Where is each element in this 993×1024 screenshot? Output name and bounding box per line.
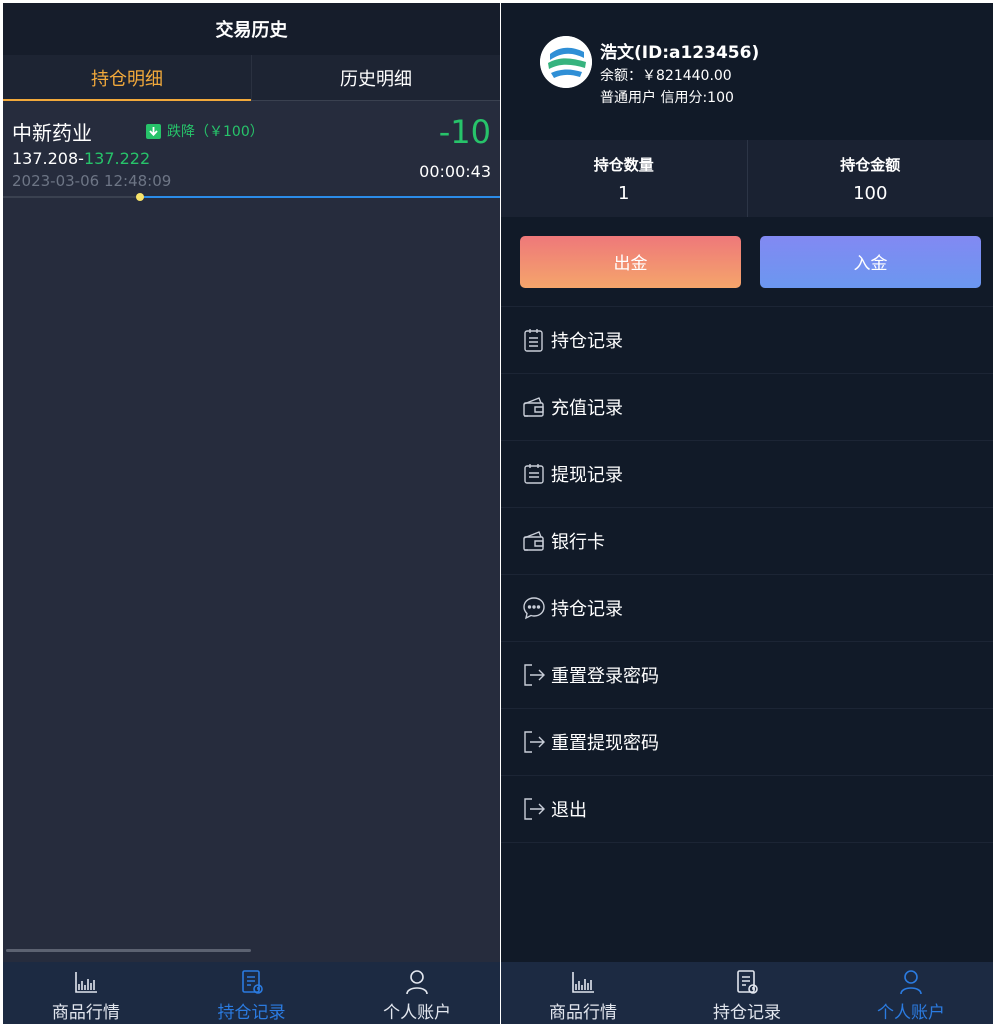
- tabbar-label: 个人账户: [383, 1003, 452, 1023]
- tabbar-label: 持仓记录: [713, 1003, 781, 1023]
- direction-badge: 跌降 （￥100）: [146, 121, 264, 141]
- record-icon: [241, 970, 263, 994]
- stat-value: 100: [853, 182, 888, 204]
- wallet-icon: [523, 397, 544, 417]
- stat-position-count: 持仓数量 1: [501, 140, 747, 217]
- tabbar-item-records[interactable]: 持仓记录: [169, 962, 335, 1024]
- tabbar-item-market[interactable]: 商品行情: [3, 962, 169, 1024]
- account-screen: 浩文(ID:a123456) 余额：￥821440.00 普通用户 信用分:10…: [501, 3, 993, 1024]
- logout-icon: [524, 798, 545, 820]
- position-name: 中新药业: [12, 121, 92, 145]
- chat-icon: [523, 597, 545, 620]
- profile-header: 浩文(ID:a123456) 余额：￥821440.00 普通用户 信用分:10…: [501, 3, 993, 140]
- position-amount: （￥100）: [195, 124, 264, 140]
- countdown-timer: 00:00:43: [419, 162, 491, 181]
- progress-bar: [140, 196, 500, 198]
- calendar-icon: [524, 464, 544, 484]
- menu-item-position-records[interactable]: 持仓记录: [501, 307, 993, 374]
- logout-icon: [524, 664, 545, 686]
- user-balance: 余额：￥821440.00: [600, 68, 732, 84]
- chart-icon: [572, 972, 594, 993]
- record-icon: [737, 970, 758, 994]
- tabbar-label: 商品行情: [51, 1003, 120, 1023]
- bottom-tab-bar: 商品行情 持仓记录 个人账户: [501, 962, 993, 1024]
- user-icon: [406, 970, 428, 995]
- menu-item-position-records-2[interactable]: 持仓记录: [501, 575, 993, 642]
- menu-item-withdraw-records[interactable]: 提现记录: [501, 441, 993, 508]
- trade-history-screen: 交易历史 持仓明细 历史明细 中新药业 跌降 （￥100） -10 137.20…: [3, 3, 500, 1024]
- current-price: 137.222: [83, 149, 151, 168]
- menu-label: 退出: [551, 800, 587, 821]
- tabbar-item-account[interactable]: 个人账户: [829, 962, 993, 1024]
- avatar: [540, 36, 592, 88]
- tabbar-item-market[interactable]: 商品行情: [501, 962, 665, 1024]
- direction-label: 跌降: [167, 124, 195, 140]
- user-icon: [900, 970, 922, 995]
- menu-item-reset-login-password[interactable]: 重置登录密码: [501, 642, 993, 709]
- open-price: 137.208: [12, 149, 79, 168]
- menu-label: 提现记录: [551, 465, 623, 486]
- tabbar-item-account[interactable]: 个人账户: [334, 962, 500, 1024]
- logout-icon: [524, 731, 545, 753]
- tabbar-label: 个人账户: [877, 1003, 945, 1023]
- open-time: 2023-03-06 12:48:09: [12, 172, 172, 190]
- scrollbar[interactable]: [6, 949, 251, 952]
- menu-label: 持仓记录: [551, 331, 623, 352]
- menu-item-logout[interactable]: 退出: [501, 776, 993, 843]
- position-pnl: -10: [438, 113, 491, 151]
- tab-positions[interactable]: 持仓明细: [3, 55, 251, 101]
- wallet-icon: [523, 531, 544, 551]
- position-item[interactable]: 中新药业 跌降 （￥100） -10 137.208-137.222 2023-…: [3, 101, 500, 201]
- position-prices: 137.208-137.222: [12, 149, 150, 168]
- withdraw-button[interactable]: 出金: [520, 235, 741, 288]
- account-menu: 持仓记录 充值记录 提现记录 银行卡 持仓记录 重置登录密码 重置提现密码 退出: [501, 307, 993, 843]
- page-title: 交易历史: [3, 3, 500, 55]
- tabbar-label: 持仓记录: [217, 1003, 286, 1023]
- stat-value: 1: [618, 182, 630, 204]
- tabbar-item-records[interactable]: 持仓记录: [665, 962, 829, 1024]
- menu-label: 持仓记录: [551, 599, 623, 620]
- menu-item-reset-withdraw-password[interactable]: 重置提现密码: [501, 709, 993, 776]
- stat-position-amount: 持仓金额 100: [746, 140, 993, 217]
- history-tabs: 持仓明细 历史明细: [3, 55, 500, 101]
- user-level: 普通用户 信用分:100: [600, 90, 734, 106]
- menu-item-bank-card[interactable]: 银行卡: [501, 508, 993, 575]
- fund-actions: 出金 入金: [501, 217, 993, 307]
- chart-icon: [75, 972, 97, 993]
- menu-label: 重置提现密码: [551, 733, 659, 754]
- deposit-button[interactable]: 入金: [760, 235, 981, 288]
- menu-label: 银行卡: [551, 532, 605, 553]
- bottom-tab-bar: 商品行情 持仓记录 个人账户: [3, 962, 500, 1024]
- menu-label: 重置登录密码: [551, 666, 659, 687]
- clipboard-icon: [524, 329, 543, 352]
- position-stats: 持仓数量 1 持仓金额 100: [501, 140, 993, 217]
- stat-label: 持仓金额: [840, 155, 901, 174]
- tabbar-label: 商品行情: [549, 1003, 617, 1023]
- user-name: 浩文(ID:a123456): [600, 43, 760, 63]
- menu-item-recharge-records[interactable]: 充值记录: [501, 374, 993, 441]
- progress-dot: [136, 193, 144, 201]
- arrow-down-icon: [146, 123, 161, 139]
- stat-label: 持仓数量: [593, 155, 654, 174]
- menu-label: 充值记录: [551, 398, 623, 419]
- tab-history[interactable]: 历史明细: [251, 55, 500, 100]
